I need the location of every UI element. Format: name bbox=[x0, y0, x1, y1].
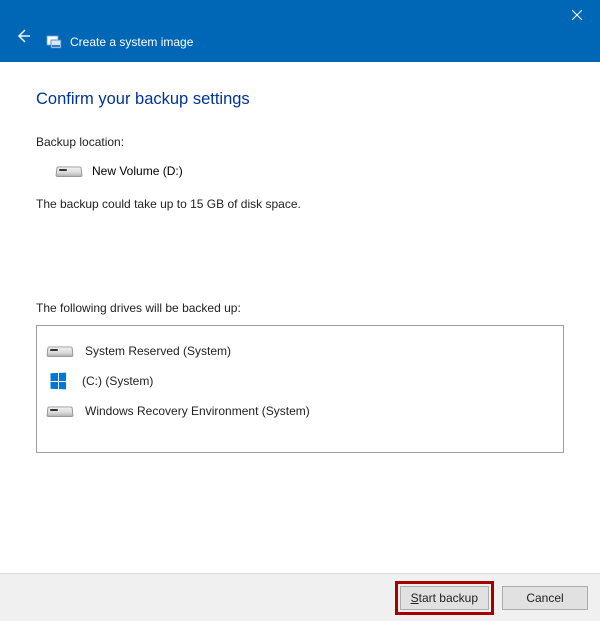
size-note: The backup could take up to 15 GB of dis… bbox=[36, 197, 564, 211]
backup-location-row: New Volume (D:) bbox=[56, 163, 564, 179]
hdd-icon bbox=[47, 403, 73, 419]
footer: Start backup Cancel bbox=[0, 573, 600, 621]
system-image-icon bbox=[46, 34, 62, 50]
window-title: Create a system image bbox=[70, 35, 193, 49]
titlebar: Create a system image bbox=[0, 0, 600, 62]
backup-location-value: New Volume (D:) bbox=[92, 164, 183, 178]
drive-label: Windows Recovery Environment (System) bbox=[85, 404, 310, 418]
start-backup-highlight: Start backup bbox=[395, 581, 494, 615]
window-title-wrap: Create a system image bbox=[46, 34, 193, 50]
drive-row: System Reserved (System) bbox=[45, 336, 555, 366]
start-backup-button[interactable]: Start backup bbox=[400, 586, 489, 610]
drive-row: Windows Recovery Environment (System) bbox=[45, 396, 555, 426]
drive-label: System Reserved (System) bbox=[85, 344, 231, 358]
drives-list: System Reserved (System) (C:) (System) W… bbox=[36, 325, 564, 453]
drives-label: The following drives will be backed up: bbox=[36, 301, 564, 315]
drive-row: (C:) (System) bbox=[45, 366, 555, 396]
close-button[interactable] bbox=[554, 0, 600, 30]
hdd-icon bbox=[56, 163, 82, 179]
content-area: Confirm your backup settings Backup loca… bbox=[0, 62, 600, 453]
drive-label: (C:) (System) bbox=[82, 374, 153, 388]
page-heading: Confirm your backup settings bbox=[36, 90, 564, 109]
back-arrow-icon bbox=[14, 27, 32, 45]
backup-location-label: Backup location: bbox=[36, 135, 564, 149]
back-button[interactable] bbox=[14, 27, 32, 50]
close-icon bbox=[572, 10, 582, 20]
hdd-icon bbox=[47, 343, 73, 359]
cancel-button[interactable]: Cancel bbox=[502, 586, 588, 610]
windows-icon bbox=[51, 373, 67, 390]
